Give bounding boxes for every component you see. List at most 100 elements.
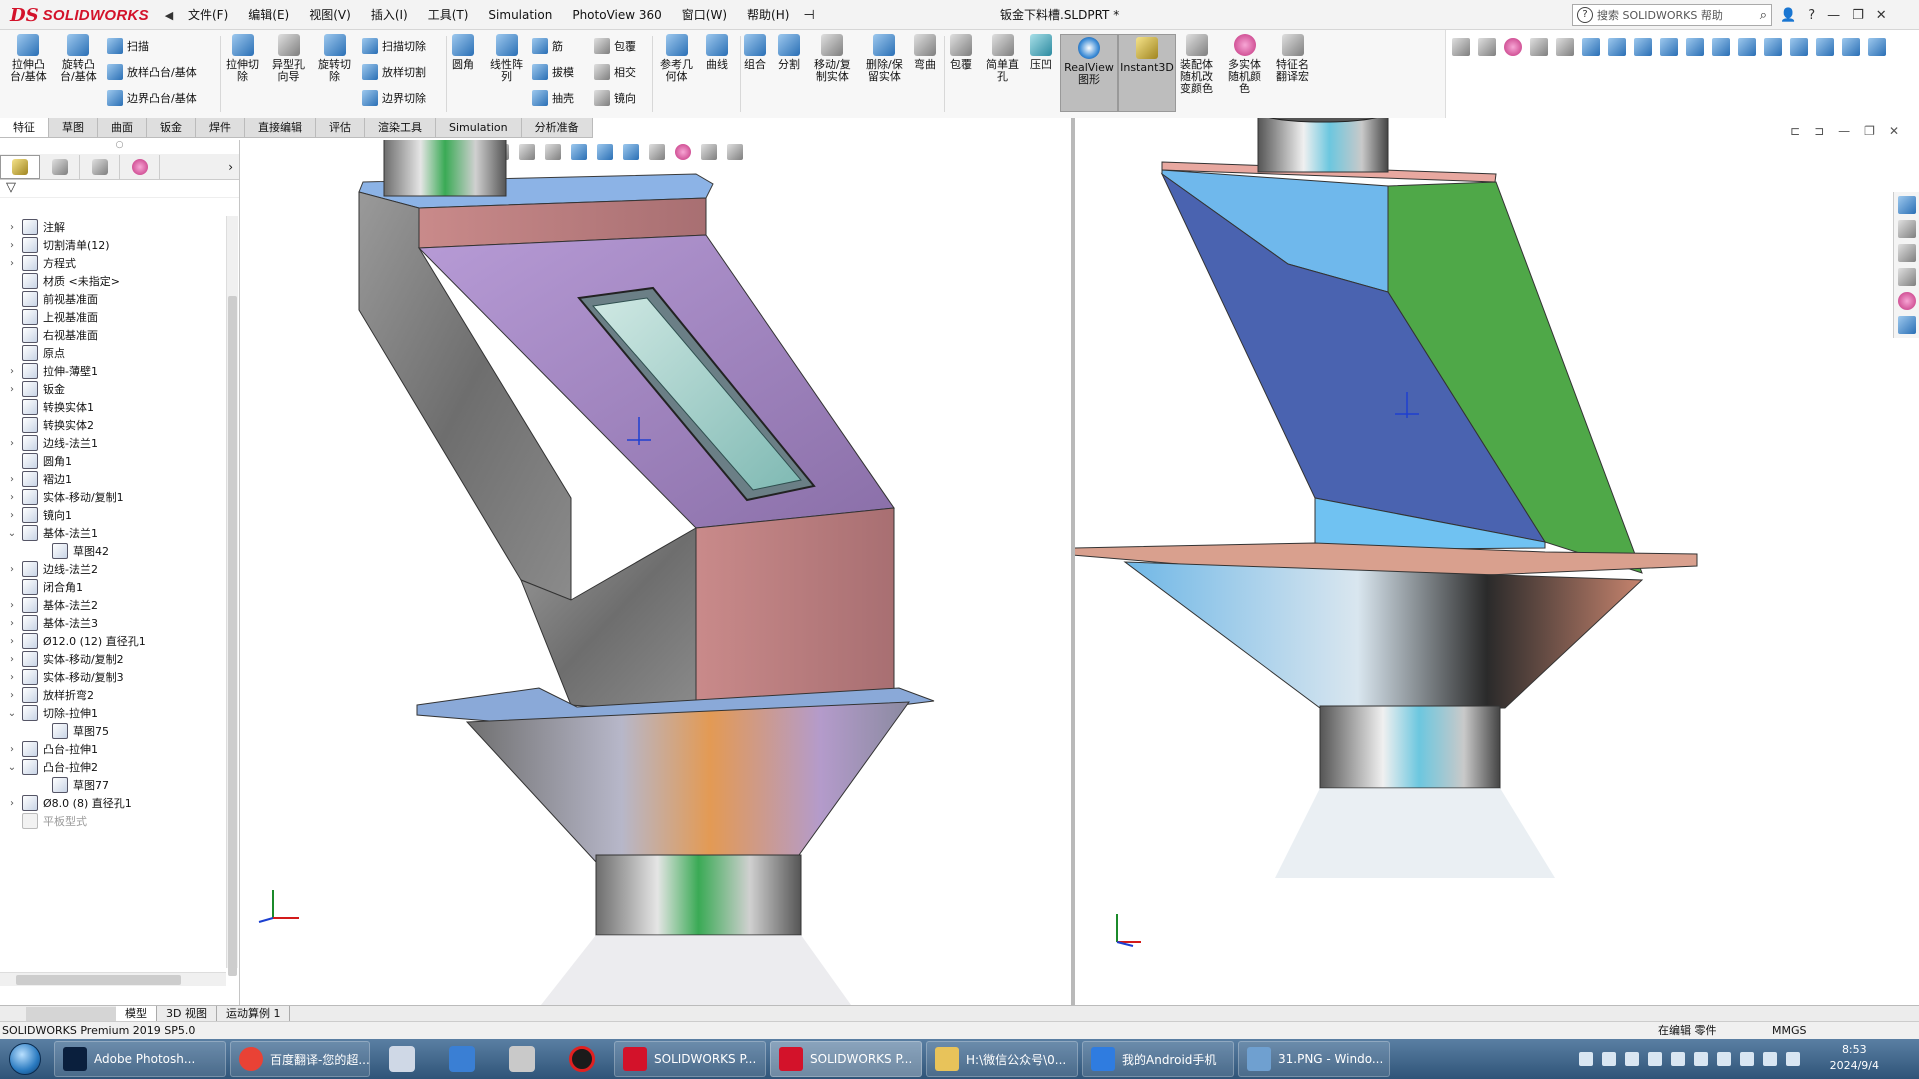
chevron-right-icon[interactable]: ›	[6, 510, 18, 521]
chevron-right-icon[interactable]: ›	[6, 654, 18, 665]
qq-icon[interactable]	[1671, 1052, 1685, 1066]
taskbar-item[interactable]: SOLIDWORKS P...	[614, 1041, 766, 1077]
design-library-icon[interactable]	[1897, 220, 1916, 238]
tab-simulation[interactable]: Simulation	[436, 118, 522, 137]
taskbar-pinned-app[interactable]	[494, 1041, 550, 1077]
view-orient-icon[interactable]	[1660, 38, 1678, 56]
mirror-button[interactable]: 镜向	[594, 88, 636, 108]
menu-edit[interactable]: 编辑(E)	[238, 0, 299, 30]
plane-icon[interactable]	[1634, 38, 1652, 56]
taskbar-pinned-app[interactable]	[434, 1041, 490, 1077]
chevron-right-icon[interactable]: ›	[6, 438, 18, 449]
file-explorer-icon[interactable]	[1897, 244, 1916, 262]
taskbar-item[interactable]: 百度翻译-您的超...	[230, 1041, 370, 1077]
intersect-button[interactable]: 相交	[594, 62, 636, 82]
scroll-thumb[interactable]	[228, 296, 237, 976]
chevron-right-icon[interactable]: ›	[6, 564, 18, 575]
origin-icon[interactable]	[1764, 38, 1782, 56]
menu-file[interactable]: 文件(F)	[178, 0, 238, 30]
measure-icon[interactable]	[1738, 38, 1756, 56]
tab-weldments[interactable]: 焊件	[196, 118, 245, 137]
tab-model[interactable]: 模型	[116, 1006, 157, 1021]
curves-button[interactable]: 曲线	[706, 34, 728, 71]
help-search-box[interactable]: ? 搜索 SOLIDWORKS 帮助 ⌕	[1572, 4, 1772, 26]
chevron-right-icon[interactable]: ›	[6, 222, 18, 233]
sweep-cut-button[interactable]: 扫描切除	[362, 36, 426, 56]
chevron-down-icon[interactable]: ⌄	[6, 708, 18, 719]
menu-tools[interactable]: 工具(T)	[418, 0, 479, 30]
model-view-left[interactable]	[241, 140, 1071, 1005]
chevron-right-icon[interactable]: ›	[6, 258, 18, 269]
configuration-manager-tab[interactable]	[80, 154, 120, 179]
tab-3d-views[interactable]: 3D 视图	[157, 1006, 217, 1021]
menu-photoview[interactable]: PhotoView 360	[562, 0, 671, 30]
boundary-cut-button[interactable]: 边界切除	[362, 88, 426, 108]
delete-keep-body-button[interactable]: 删除/保 留实体	[866, 34, 903, 83]
taskbar-item[interactable]: Adobe Photosh...	[54, 1041, 226, 1077]
top-pipe[interactable]	[383, 140, 507, 197]
help-icon[interactable]: ?	[1808, 8, 1815, 23]
feature-translate-macro-button[interactable]: 特征名 翻译宏	[1276, 34, 1309, 83]
select-tool-icon[interactable]	[1556, 38, 1574, 56]
instant3d-button[interactable]: Instant3D	[1118, 34, 1176, 112]
chevron-right-icon[interactable]: ›	[228, 160, 233, 174]
combine-button[interactable]: 组合	[744, 34, 766, 71]
taskbar-item[interactable]: 31.PNG - Windo...	[1238, 1041, 1390, 1077]
chevron-down-icon[interactable]: ⌄	[6, 762, 18, 773]
tab-motion-study[interactable]: 运动算例 1	[217, 1006, 291, 1021]
help-search-input[interactable]: 搜索 SOLIDWORKS 帮助	[1597, 7, 1723, 23]
chevron-right-icon[interactable]: ›	[6, 798, 18, 809]
clock[interactable]: 8:53 2024/9/4	[1830, 1042, 1879, 1074]
solidworks-logo[interactable]: DS SOLIDWORKS	[10, 4, 149, 26]
home-icon[interactable]	[1897, 196, 1916, 214]
sketch-point-icon[interactable]	[1582, 38, 1600, 56]
rib-button[interactable]: 筋	[532, 36, 563, 56]
reference-geometry-button[interactable]: 参考几 何体	[660, 34, 693, 83]
antivirus-icon[interactable]	[1694, 1052, 1708, 1066]
section-icon[interactable]	[1842, 38, 1860, 56]
revolve-boss-button[interactable]: 旋转凸 台/基体	[60, 34, 97, 83]
chevron-right-icon[interactable]: ›	[6, 384, 18, 395]
panel-grip[interactable]: ○	[0, 140, 239, 154]
assembly-random-color-button[interactable]: 装配体 随机改 变颜色	[1180, 34, 1213, 95]
tree-node[interactable]: 平板型式	[6, 810, 87, 832]
property-manager-tab[interactable]	[40, 154, 80, 179]
tab-sheet-metal[interactable]: 钣金	[147, 118, 196, 137]
chevron-right-icon[interactable]: ›	[6, 618, 18, 629]
fillet-button[interactable]: 圆角	[452, 34, 474, 71]
extrude-boss-button[interactable]: 拉伸凸 台/基体	[10, 34, 47, 83]
taskbar-item[interactable]: 我的Android手机	[1082, 1041, 1234, 1077]
chevron-right-icon[interactable]: ›	[6, 492, 18, 503]
filter-color-icon[interactable]	[1504, 38, 1522, 56]
move-copy-body-button[interactable]: 移动/复 制实体	[814, 34, 851, 83]
chevron-right-icon[interactable]: ›	[6, 240, 18, 251]
sweep-button[interactable]: 扫描	[107, 36, 149, 56]
revolve-cut-button[interactable]: 旋转切 除	[318, 34, 351, 83]
chevron-right-icon[interactable]: ›	[6, 744, 18, 755]
restore-icon[interactable]: ❐	[1852, 8, 1864, 23]
tab-evaluate[interactable]: 评估	[316, 118, 365, 137]
taskbar-pinned-app[interactable]	[374, 1041, 430, 1077]
flex-button[interactable]: 弯曲	[914, 34, 936, 71]
power-icon[interactable]	[1740, 1052, 1754, 1066]
hole-wizard-button[interactable]: 异型孔 向导	[272, 34, 305, 83]
keyboard-icon[interactable]	[1579, 1052, 1593, 1066]
menu-window[interactable]: 窗口(W)	[672, 0, 737, 30]
chevron-right-icon[interactable]: ›	[6, 636, 18, 647]
chevron-right-icon[interactable]: ›	[6, 600, 18, 611]
flag-icon[interactable]	[1717, 1052, 1731, 1066]
funnel[interactable]	[1123, 561, 1644, 709]
chevron-right-icon[interactable]: ›	[6, 366, 18, 377]
tab-features[interactable]: 特征	[0, 118, 49, 137]
tab-sketch[interactable]: 草图	[49, 118, 98, 137]
menu-simulation[interactable]: Simulation	[478, 0, 562, 30]
menu-collapse-arrow-icon[interactable]: ◀	[160, 9, 178, 22]
filter-toggle-icon[interactable]	[1478, 38, 1496, 56]
graphics-viewport-left[interactable]	[241, 140, 1071, 1005]
bottom-pipe[interactable]	[1319, 705, 1501, 789]
chevron-down-icon[interactable]: ⌄	[6, 528, 18, 539]
tab-scroll-arrows-icon[interactable]	[26, 1006, 116, 1021]
linear-pattern-button[interactable]: 线性阵 列	[490, 34, 523, 83]
loft-boss-button[interactable]: 放样凸台/基体	[107, 62, 197, 82]
search-icon[interactable]: ⌕	[1760, 8, 1767, 23]
